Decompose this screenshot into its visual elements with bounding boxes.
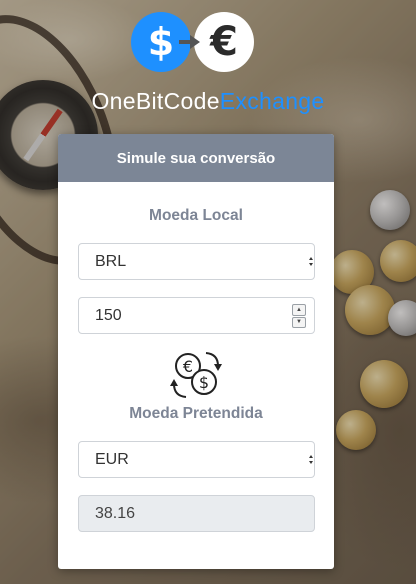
app-logo: $ € OneBitCodeExchange: [0, 12, 416, 122]
local-currency-select[interactable]: BRL: [78, 243, 315, 280]
currency-exchange-icon: € $: [170, 352, 222, 398]
euro-icon: €: [194, 12, 254, 72]
result-value: 38.16: [95, 504, 136, 522]
target-currency-select[interactable]: EUR: [78, 441, 315, 478]
logo-icons: $ €: [131, 12, 255, 76]
svg-text:$: $: [199, 373, 209, 392]
svg-text:€: €: [183, 357, 193, 376]
amount-input[interactable]: 150 ▲ ▼: [78, 297, 315, 334]
card-title: Simule sua conversão: [116, 149, 276, 167]
increment-button[interactable]: ▲: [292, 304, 306, 316]
decrement-button[interactable]: ▼: [292, 316, 306, 328]
select-arrows-icon: [309, 257, 313, 267]
app-name-part2: Exchange: [219, 88, 325, 114]
converter-card: Simule sua conversão Moeda Local BRL 150…: [58, 134, 334, 569]
app-name: OneBitCodeExchange: [0, 88, 416, 115]
select-arrows-icon: [309, 455, 313, 465]
local-currency-label: Moeda Local: [149, 207, 243, 224]
amount-stepper[interactable]: ▲ ▼: [292, 304, 306, 328]
local-currency-value: BRL: [95, 252, 127, 270]
card-header: Simule sua conversão: [58, 134, 334, 182]
app-name-part1: OneBitCode: [91, 88, 220, 114]
target-currency-value: EUR: [95, 450, 129, 468]
amount-value: 150: [95, 306, 122, 324]
arrow-right-icon: [179, 35, 200, 49]
target-currency-label: Moeda Pretendida: [129, 405, 263, 422]
result-field: 38.16: [78, 495, 315, 532]
